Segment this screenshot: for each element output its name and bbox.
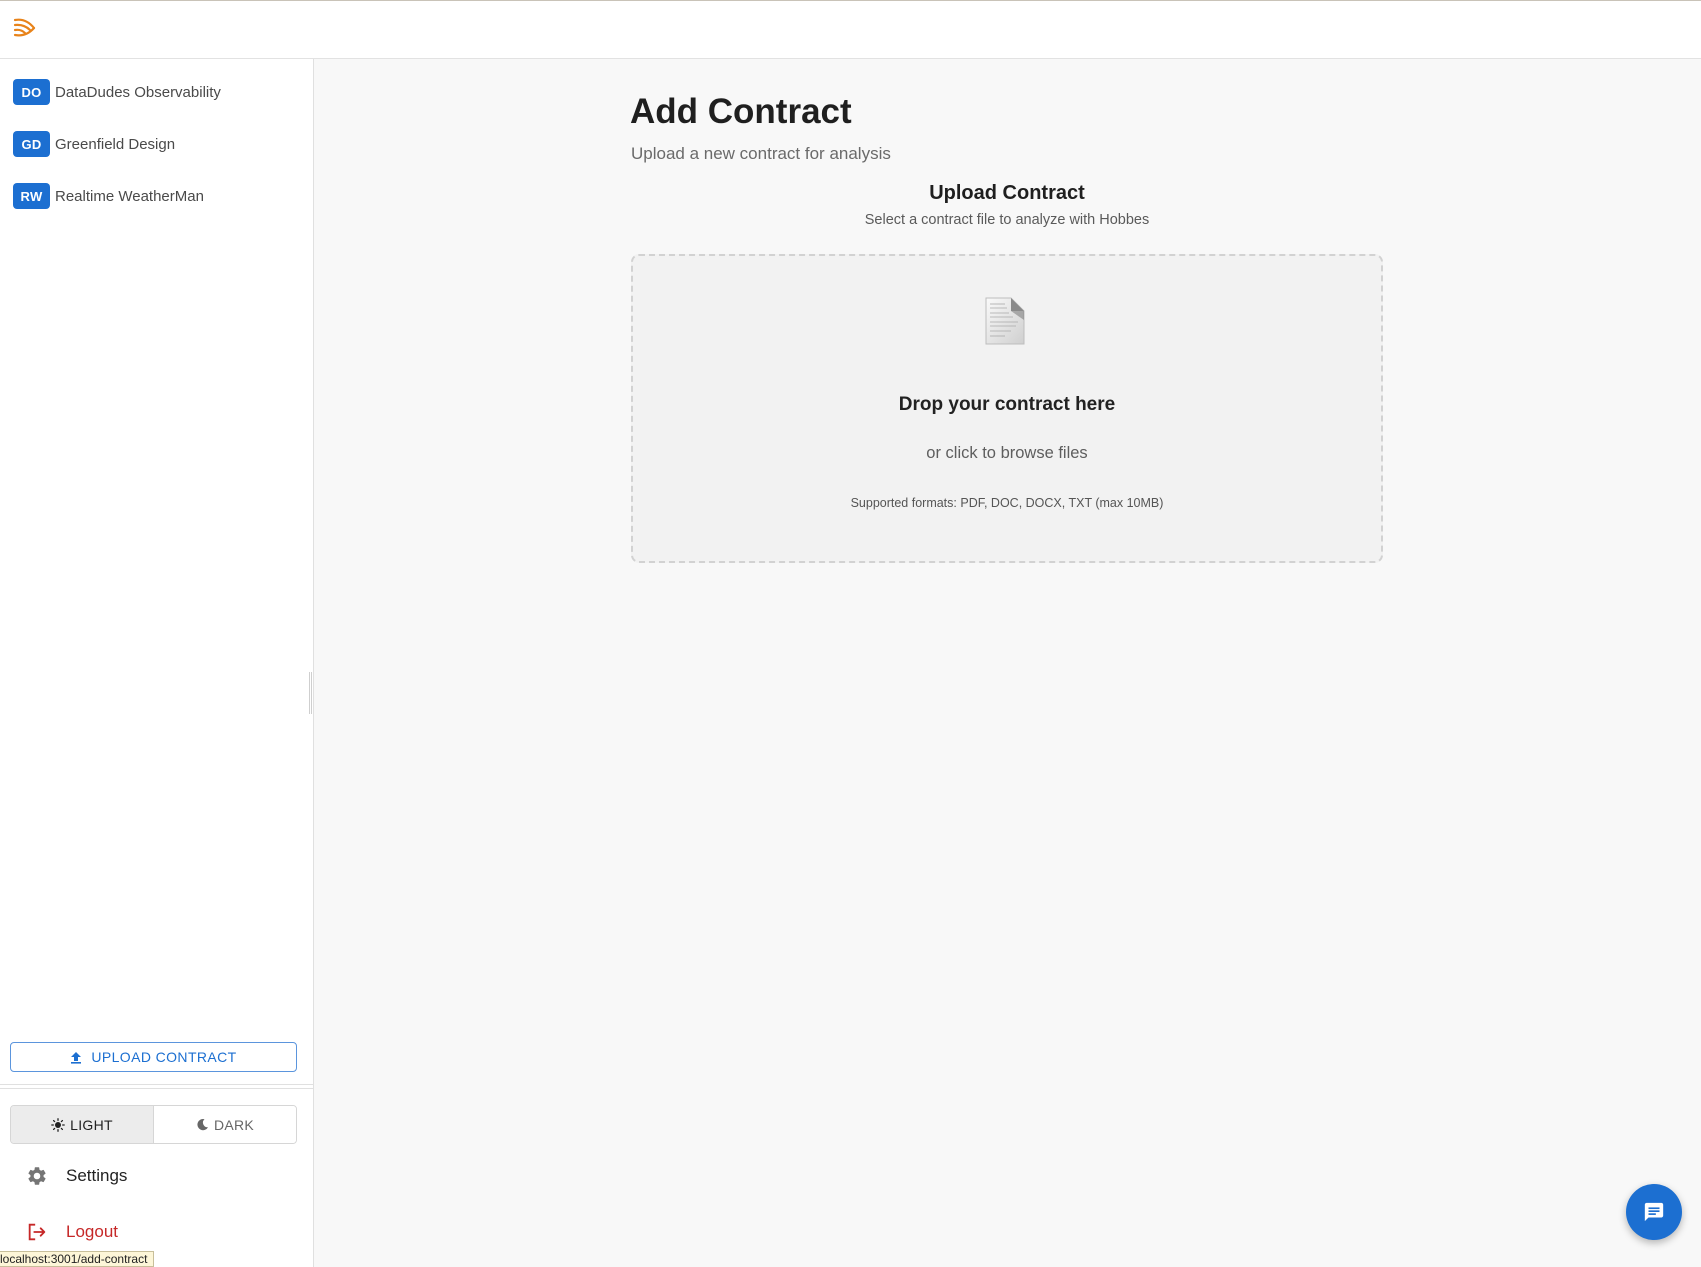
upload-card-subtitle: Select a contract file to analyze with H… [864,212,1150,228]
workspace-item-realtime-weatherman[interactable]: RW Realtime WeatherMan [13,183,204,209]
chat-fab-button[interactable] [1626,1184,1682,1240]
dropzone-browse-text: or click to browse files [926,444,1088,462]
settings-label: Settings [66,1166,128,1185]
workspace-badge: DO [13,79,50,105]
upload-contract-button[interactable]: UPLOAD CONTRACT [10,1042,297,1072]
workspace-name: Realtime WeatherMan [55,187,204,205]
divider [0,1084,313,1085]
upload-icon [71,1051,82,1064]
logout-label: Logout [66,1222,118,1241]
theme-toggle: LIGHT DARK [10,1105,297,1144]
logout-nav-item[interactable]: Logout [26,1217,118,1247]
upload-card-title: Upload Contract [929,182,1085,204]
workspace-badge: GD [13,131,50,157]
sun-icon [51,1117,65,1132]
sidebar-resize-handle[interactable] [309,672,312,714]
supported-formats-text: Supported formats: PDF, DOC, DOCX, TXT (… [850,496,1164,510]
theme-dark-option[interactable]: DARK [154,1106,296,1143]
workspace-name: DataDudes Observability [55,83,221,101]
workspace-item-datadudes-observability[interactable]: DO DataDudes Observability [13,79,221,105]
status-url-tooltip: localhost:3001/add-contract [0,1251,155,1267]
upload-contract-label: UPLOAD CONTRACT [91,1049,237,1065]
workspace-item-greenfield-design[interactable]: GD Greenfield Design [13,131,175,157]
dropzone-title: Drop your contract here [898,394,1116,415]
document-icon [985,297,1025,345]
theme-light-label: LIGHT [70,1116,113,1133]
logout-icon [28,1223,46,1241]
settings-nav-item[interactable]: Settings [26,1161,127,1191]
gear-icon [28,1167,46,1185]
main-content: Add Contract Upload a new contract for a… [314,59,1701,1267]
sidebar: DO DataDudes Observability GD Greenfield… [0,59,314,1267]
divider [0,1088,313,1089]
page-title: Add Contract [630,92,852,131]
workspace-name: Greenfield Design [55,135,176,153]
file-dropzone[interactable]: Drop your contract here or click to brow… [631,254,1383,563]
workspace-badge: RW [13,183,50,209]
top-bar [0,0,1701,59]
theme-light-option[interactable]: LIGHT [11,1106,154,1143]
moon-icon [197,1119,208,1131]
theme-dark-label: DARK [213,1116,255,1133]
chat-icon [1644,1202,1664,1222]
signal-waves-logo-icon[interactable] [12,15,38,41]
page-subtitle: Upload a new contract for analysis [631,144,891,163]
